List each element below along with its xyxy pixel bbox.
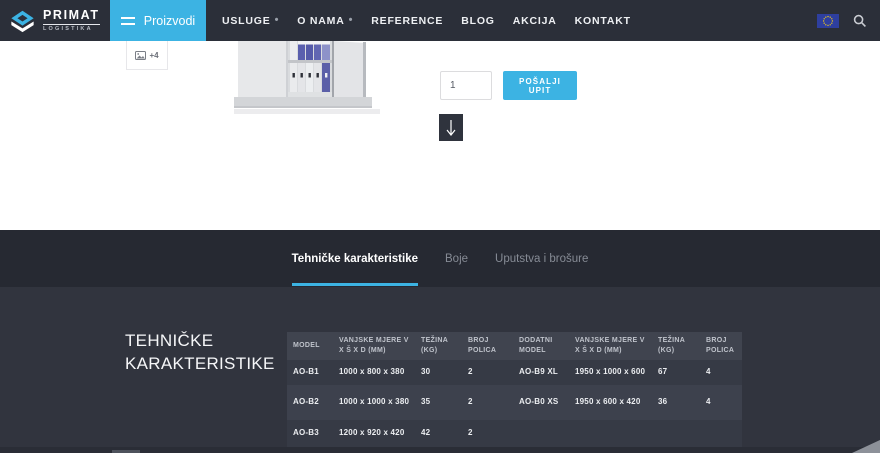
cell-weight: 35 <box>415 385 462 420</box>
nav-item-o-nama[interactable]: O NAMA • <box>297 15 353 27</box>
cell-weight: 36 <box>652 385 700 420</box>
cell-dimensions: 1200 x 920 x 420 <box>333 420 415 447</box>
cell-extra-model: AO-B0 XS <box>513 385 569 420</box>
col-header: BROJ POLICA <box>700 332 742 360</box>
cell-weight: 67 <box>652 360 700 385</box>
product-tabs-bar: Tehničke karakteristike Boje Uputstva i … <box>0 230 880 287</box>
cell-dimensions: 1950 x 1000 x 600 <box>569 360 652 385</box>
eu-flag-language-icon[interactable] <box>817 14 839 28</box>
specs-table-header-row: MODEL VANJSKE MJERE V X Š X D (MM) TEŽIN… <box>287 332 742 360</box>
header-right-tools <box>817 0 880 41</box>
arrow-down-icon <box>445 119 457 137</box>
product-cabinet-image <box>234 41 380 119</box>
cell-model: AO-B1 <box>287 360 333 385</box>
cell-shelves: 2 <box>462 385 513 420</box>
gallery-more-thumbnail[interactable]: +4 <box>126 41 168 70</box>
cell-shelves: 4 <box>700 385 742 420</box>
cell-extra-model: AO-B9 XL <box>513 360 569 385</box>
cell-dimensions: 1000 x 1000 x 380 <box>333 385 415 420</box>
col-header: VANJSKE MJERE V X Š X D (MM) <box>333 332 415 360</box>
nav-item-blog[interactable]: BLOG <box>461 15 495 27</box>
primat-logo-icon <box>9 8 36 34</box>
table-row: AO-B3 1200 x 920 x 420 42 2 <box>287 420 742 447</box>
cell-weight: 30 <box>415 360 462 385</box>
nav-item-akcija[interactable]: AKCIJA <box>513 15 557 27</box>
top-navigation-bar: PRIMAT LOGISTIKA Proizvodi USLUGE • O NA… <box>0 0 880 41</box>
brand-name: PRIMAT <box>43 9 100 22</box>
binders-bottom-row <box>290 63 330 92</box>
table-row: AO-B2 1000 x 1000 x 380 35 2 AO-B0 XS 19… <box>287 385 742 420</box>
active-tab-underline <box>292 283 418 286</box>
cell-dimensions: 1000 x 800 x 380 <box>333 360 415 385</box>
products-menu-button[interactable]: Proizvodi <box>110 0 206 41</box>
main-nav: USLUGE • O NAMA • REFERENCE BLOG AKCIJA … <box>206 0 631 41</box>
cell-extra-model <box>513 420 569 447</box>
tab-uputstva-i-brosure[interactable]: Uputstva i brošure <box>495 230 588 287</box>
dropdown-indicator-icon: • <box>349 15 354 26</box>
col-header: DODATNI MODEL <box>513 332 569 360</box>
cell-weight: 42 <box>415 420 462 447</box>
cell-dimensions: 1950 x 600 x 420 <box>569 385 652 420</box>
col-header: MODEL <box>287 332 333 360</box>
dropdown-indicator-icon: • <box>275 15 280 26</box>
cell-model: AO-B3 <box>287 420 333 447</box>
brand-divider <box>43 24 100 25</box>
col-header: TEŽINA (KG) <box>652 332 700 360</box>
col-header: VANJSKE MJERE V X Š X D (MM) <box>569 332 652 360</box>
gallery-more-count: +4 <box>149 51 158 60</box>
nav-item-usluge[interactable]: USLUGE • <box>222 15 279 27</box>
col-header: TEŽINA (KG) <box>415 332 462 360</box>
search-icon <box>853 14 867 28</box>
hamburger-icon <box>121 17 135 25</box>
brand-logo[interactable]: PRIMAT LOGISTIKA <box>0 0 110 41</box>
cell-shelves: 2 <box>462 360 513 385</box>
photo-gallery-icon <box>135 51 146 60</box>
cell-shelves: 2 <box>462 420 513 447</box>
tab-boje[interactable]: Boje <box>445 230 468 287</box>
page: PRIMAT LOGISTIKA Proizvodi USLUGE • O NA… <box>0 0 880 453</box>
brand-logo-text: PRIMAT LOGISTIKA <box>43 9 100 32</box>
cell-shelves <box>700 420 742 447</box>
brand-subname: LOGISTIKA <box>43 27 100 33</box>
send-inquiry-button[interactable]: POŠALJI UPIT <box>503 71 577 100</box>
scroll-down-button[interactable] <box>439 114 463 141</box>
quantity-input[interactable] <box>440 71 492 100</box>
cell-model: AO-B2 <box>287 385 333 420</box>
binders-top-row <box>290 41 330 60</box>
cell-shelves: 4 <box>700 360 742 385</box>
products-menu-label: Proizvodi <box>144 14 195 28</box>
specs-section-heading: TEHNIČKE KARAKTERISTIKE <box>125 330 265 376</box>
specs-table: MODEL VANJSKE MJERE V X Š X D (MM) TEŽIN… <box>287 332 742 447</box>
search-button[interactable] <box>852 13 868 29</box>
col-header: BROJ POLICA <box>462 332 513 360</box>
nav-item-kontakt[interactable]: KONTAKT <box>575 15 631 27</box>
cell-dimensions <box>569 420 652 447</box>
nav-item-reference[interactable]: REFERENCE <box>371 15 443 27</box>
table-row: AO-B1 1000 x 800 x 380 30 2 AO-B9 XL 195… <box>287 360 742 385</box>
cell-weight <box>652 420 700 447</box>
tab-tehnicke-karakteristike[interactable]: Tehničke karakteristike <box>292 230 418 287</box>
